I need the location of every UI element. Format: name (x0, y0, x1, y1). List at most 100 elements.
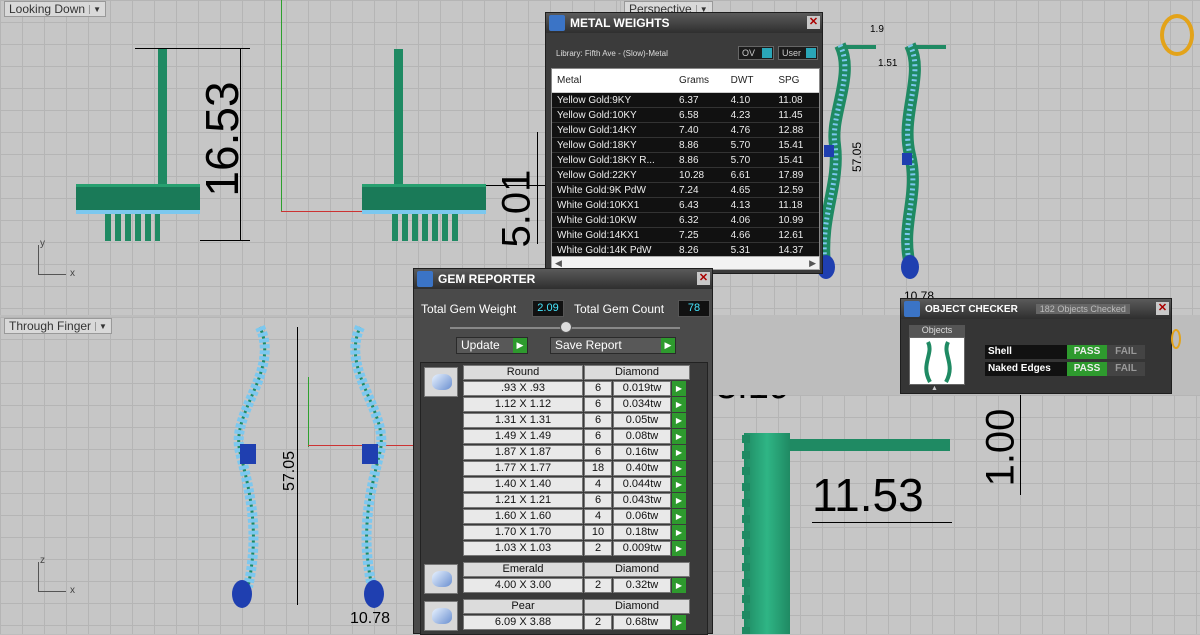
gem-icon (417, 271, 433, 287)
table-cell: 5.70 (730, 154, 751, 166)
dropdown-arrow-icon[interactable]: ▼ (89, 4, 101, 14)
gem-count-cell: 4 (584, 477, 612, 492)
gem-count-cell: 6 (584, 445, 612, 460)
select-gem-button[interactable]: ▶ (672, 381, 686, 396)
table-cell: 7.24 (679, 184, 699, 196)
gem-material-header: Diamond (584, 365, 690, 380)
select-gem-button[interactable]: ▶ (672, 615, 686, 630)
table-row[interactable]: Yellow Gold:14KY 7.40 4.76 12.88 (552, 123, 819, 138)
earring-thumbnail-icon (924, 341, 952, 383)
slider-thumb[interactable] (560, 321, 572, 333)
select-gem-button[interactable]: ▶ (672, 413, 686, 428)
dropdown-arrow-icon[interactable]: ▼ (95, 321, 107, 331)
table-cell: 15.41 (778, 139, 804, 151)
close-icon[interactable]: ✕ (1156, 302, 1169, 315)
table-row[interactable]: Yellow Gold:10KY 6.58 4.23 11.45 (552, 108, 819, 123)
gem-count-cell: 6 (584, 397, 612, 412)
dimension-line (812, 522, 952, 523)
gem-count-cell: 10 (584, 525, 612, 540)
table-cell: White Gold:9K PdW (557, 184, 646, 196)
gem-count-cell: 6 (584, 493, 612, 508)
scroll-up-icon[interactable]: ▲ (931, 385, 938, 392)
gem-size-cell: 1.87 X 1.87 (463, 445, 583, 460)
gem-weight-cell: 0.019tw (613, 381, 671, 396)
select-gem-button[interactable]: ▶ (672, 397, 686, 412)
select-gem-button[interactable]: ▶ (672, 493, 686, 508)
zoom-gems (742, 435, 750, 634)
select-gem-button[interactable]: ▶ (672, 509, 686, 524)
table-cell: 6.43 (679, 199, 699, 211)
select-gem-button[interactable]: ▶ (672, 429, 686, 444)
fail-indicator[interactable]: FAIL (1107, 362, 1145, 376)
table-row[interactable]: Yellow Gold:22KY 10.28 6.61 17.89 (552, 168, 819, 183)
close-icon[interactable]: ✕ (697, 272, 710, 285)
gem-count-cell: 4 (584, 509, 612, 524)
gem-weight-cell: 0.044tw (613, 477, 671, 492)
pass-indicator[interactable]: PASS (1067, 362, 1107, 376)
table-cell: 6.37 (679, 94, 699, 106)
user-button[interactable]: User (778, 46, 818, 60)
check-row: Naked Edges PASS FAIL (985, 362, 1145, 376)
gem-weight-cell: 0.043tw (613, 493, 671, 508)
ring-logo-icon[interactable] (1160, 14, 1194, 56)
table-cell: 8.86 (679, 139, 699, 151)
earring-prongs (392, 214, 462, 241)
table-row[interactable]: Yellow Gold:9KY 6.37 4.10 11.08 (552, 93, 819, 108)
objects-tab[interactable]: Objects (909, 325, 965, 337)
pass-indicator[interactable]: PASS (1067, 345, 1107, 359)
panel-header[interactable]: METAL WEIGHTS ✕ (546, 13, 822, 33)
gem-shape-icon (424, 564, 458, 594)
table-row[interactable]: Yellow Gold:18KY 8.86 5.70 15.41 (552, 138, 819, 153)
table-cell: Yellow Gold:14KY (557, 124, 637, 136)
gem-size-cell: 6.09 X 3.88 (463, 615, 583, 630)
table-cell: 4.23 (730, 109, 751, 121)
dimension-label: 16.53 (196, 81, 248, 197)
table-cell: 12.61 (778, 229, 804, 241)
select-gem-button[interactable]: ▶ (672, 445, 686, 460)
gem-count-cell: 2 (584, 578, 612, 593)
axis-indicator (38, 562, 66, 592)
table-row[interactable]: White Gold:10KW 6.32 4.06 10.99 (552, 213, 819, 228)
gem-list[interactable]: Round Diamond .93 X .93 6 0.019tw ▶ 1.12 X 1.1… (420, 362, 708, 635)
check-label: Naked Edges (985, 362, 1067, 376)
total-count-value: 78 (678, 300, 710, 317)
gem-reporter-panel[interactable]: GEM REPORTER ✕ Total Gem Weight 2.09 Tota… (413, 268, 713, 635)
select-gem-button[interactable]: ▶ (672, 541, 686, 556)
metal-weights-panel[interactable]: METAL WEIGHTS ✕ Library: Fifth Ave - (Slo… (545, 12, 823, 274)
table-row[interactable]: White Gold:9K PdW 7.24 4.65 12.59 (552, 183, 819, 198)
dimension-tick (135, 48, 250, 49)
table-cell: Yellow Gold:9KY (557, 94, 632, 106)
select-gem-button[interactable]: ▶ (672, 461, 686, 476)
fail-indicator[interactable]: FAIL (1107, 345, 1145, 359)
table-cell: White Gold:10KW (557, 214, 637, 226)
save-report-button[interactable]: Save Report ▶ (550, 337, 676, 354)
update-button[interactable]: Update ▶ (456, 337, 528, 354)
gem-shape-header: Emerald (463, 562, 583, 577)
check-row: Shell PASS FAIL (985, 345, 1145, 359)
gem-size-cell: 1.03 X 1.03 (463, 541, 583, 556)
table-cell: 8.26 (679, 244, 699, 256)
ring-logo-icon[interactable] (1171, 329, 1181, 349)
zoom-base (744, 433, 790, 634)
dimension-label: 5.01 (494, 169, 539, 248)
close-icon[interactable]: ✕ (807, 16, 820, 29)
table-cell: 4.13 (730, 199, 751, 211)
select-gem-button[interactable]: ▶ (672, 477, 686, 492)
panel-header[interactable]: GEM REPORTER ✕ (414, 269, 712, 289)
table-row[interactable]: White Gold:14KX1 7.25 4.66 12.61 (552, 228, 819, 243)
select-gem-button[interactable]: ▶ (672, 578, 686, 593)
axis-indicator (38, 245, 66, 275)
panel-header[interactable]: OBJECT CHECKER 182 Objects Checked ✕ (901, 299, 1171, 319)
gem-count-cell: 2 (584, 541, 612, 556)
table-cell: 8.86 (679, 154, 699, 166)
gem-weight-cell: 0.18tw (613, 525, 671, 540)
viewport-detail[interactable]: 3.19 11.53 1.00 (712, 395, 1200, 634)
metal-table[interactable]: Metal Grams DWT SPG Yellow Gold:9KY 6.37 4… (551, 68, 820, 268)
viewport-title[interactable]: Looking Down ▼ (4, 1, 106, 17)
ov-button[interactable]: OV (738, 46, 774, 60)
object-checker-panel[interactable]: OBJECT CHECKER 182 Objects Checked ✕ Objec… (900, 298, 1181, 394)
viewport-title[interactable]: Through Finger ▼ (4, 318, 112, 334)
table-row[interactable]: White Gold:10KX1 6.43 4.13 11.18 (552, 198, 819, 213)
table-row[interactable]: Yellow Gold:18KY R... 8.86 5.70 15.41 (552, 153, 819, 168)
select-gem-button[interactable]: ▶ (672, 525, 686, 540)
